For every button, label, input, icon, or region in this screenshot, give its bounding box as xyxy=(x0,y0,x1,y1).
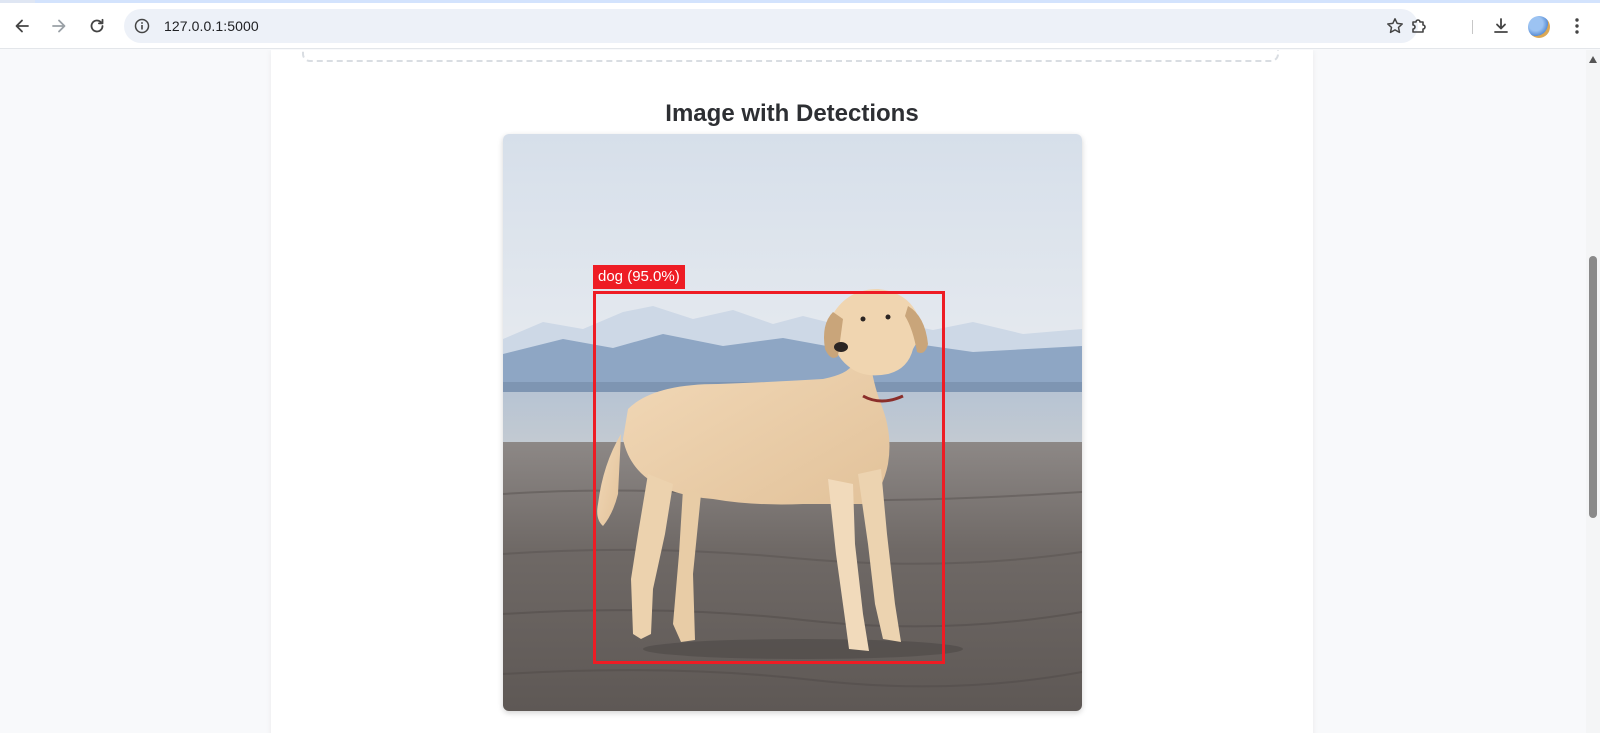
puzzle-icon xyxy=(1412,19,1426,33)
extensions-button[interactable] xyxy=(1408,15,1430,37)
kebab-menu-icon xyxy=(1575,18,1579,34)
back-button[interactable] xyxy=(6,10,38,42)
reload-button[interactable] xyxy=(81,10,113,42)
scroll-up-arrow-icon[interactable] xyxy=(1589,56,1597,63)
detection-bounding-box xyxy=(593,291,945,664)
main-card: Image with Detections dog (95.0%) xyxy=(271,50,1313,733)
vertical-scrollbar[interactable] xyxy=(1586,50,1600,733)
download-icon xyxy=(1494,18,1508,33)
page-viewport: Image with Detections dog (95.0%) xyxy=(0,50,1586,733)
info-icon[interactable] xyxy=(134,18,150,34)
forward-button[interactable] xyxy=(43,10,75,42)
toolbar-separator xyxy=(1472,20,1473,34)
reload-icon xyxy=(90,18,104,33)
avatar[interactable] xyxy=(1528,16,1550,38)
section-title: Image with Detections xyxy=(665,100,919,127)
detection-label: dog (95.0%) xyxy=(593,265,685,289)
url-text[interactable]: 127.0.0.1:5000 xyxy=(164,18,259,34)
address-bar[interactable]: 127.0.0.1:5000 xyxy=(124,9,1418,43)
scroll-thumb[interactable] xyxy=(1589,256,1597,518)
browser-menu-button[interactable] xyxy=(1566,15,1588,37)
browser-toolbar: 127.0.0.1:5000 xyxy=(0,3,1600,49)
star-icon[interactable] xyxy=(1386,17,1404,35)
detection-image: dog (95.0%) xyxy=(503,134,1082,711)
downloads-button[interactable] xyxy=(1490,15,1512,37)
back-arrow-icon xyxy=(15,19,29,33)
upload-drop-area[interactable] xyxy=(302,50,1279,62)
forward-arrow-icon xyxy=(52,19,66,33)
